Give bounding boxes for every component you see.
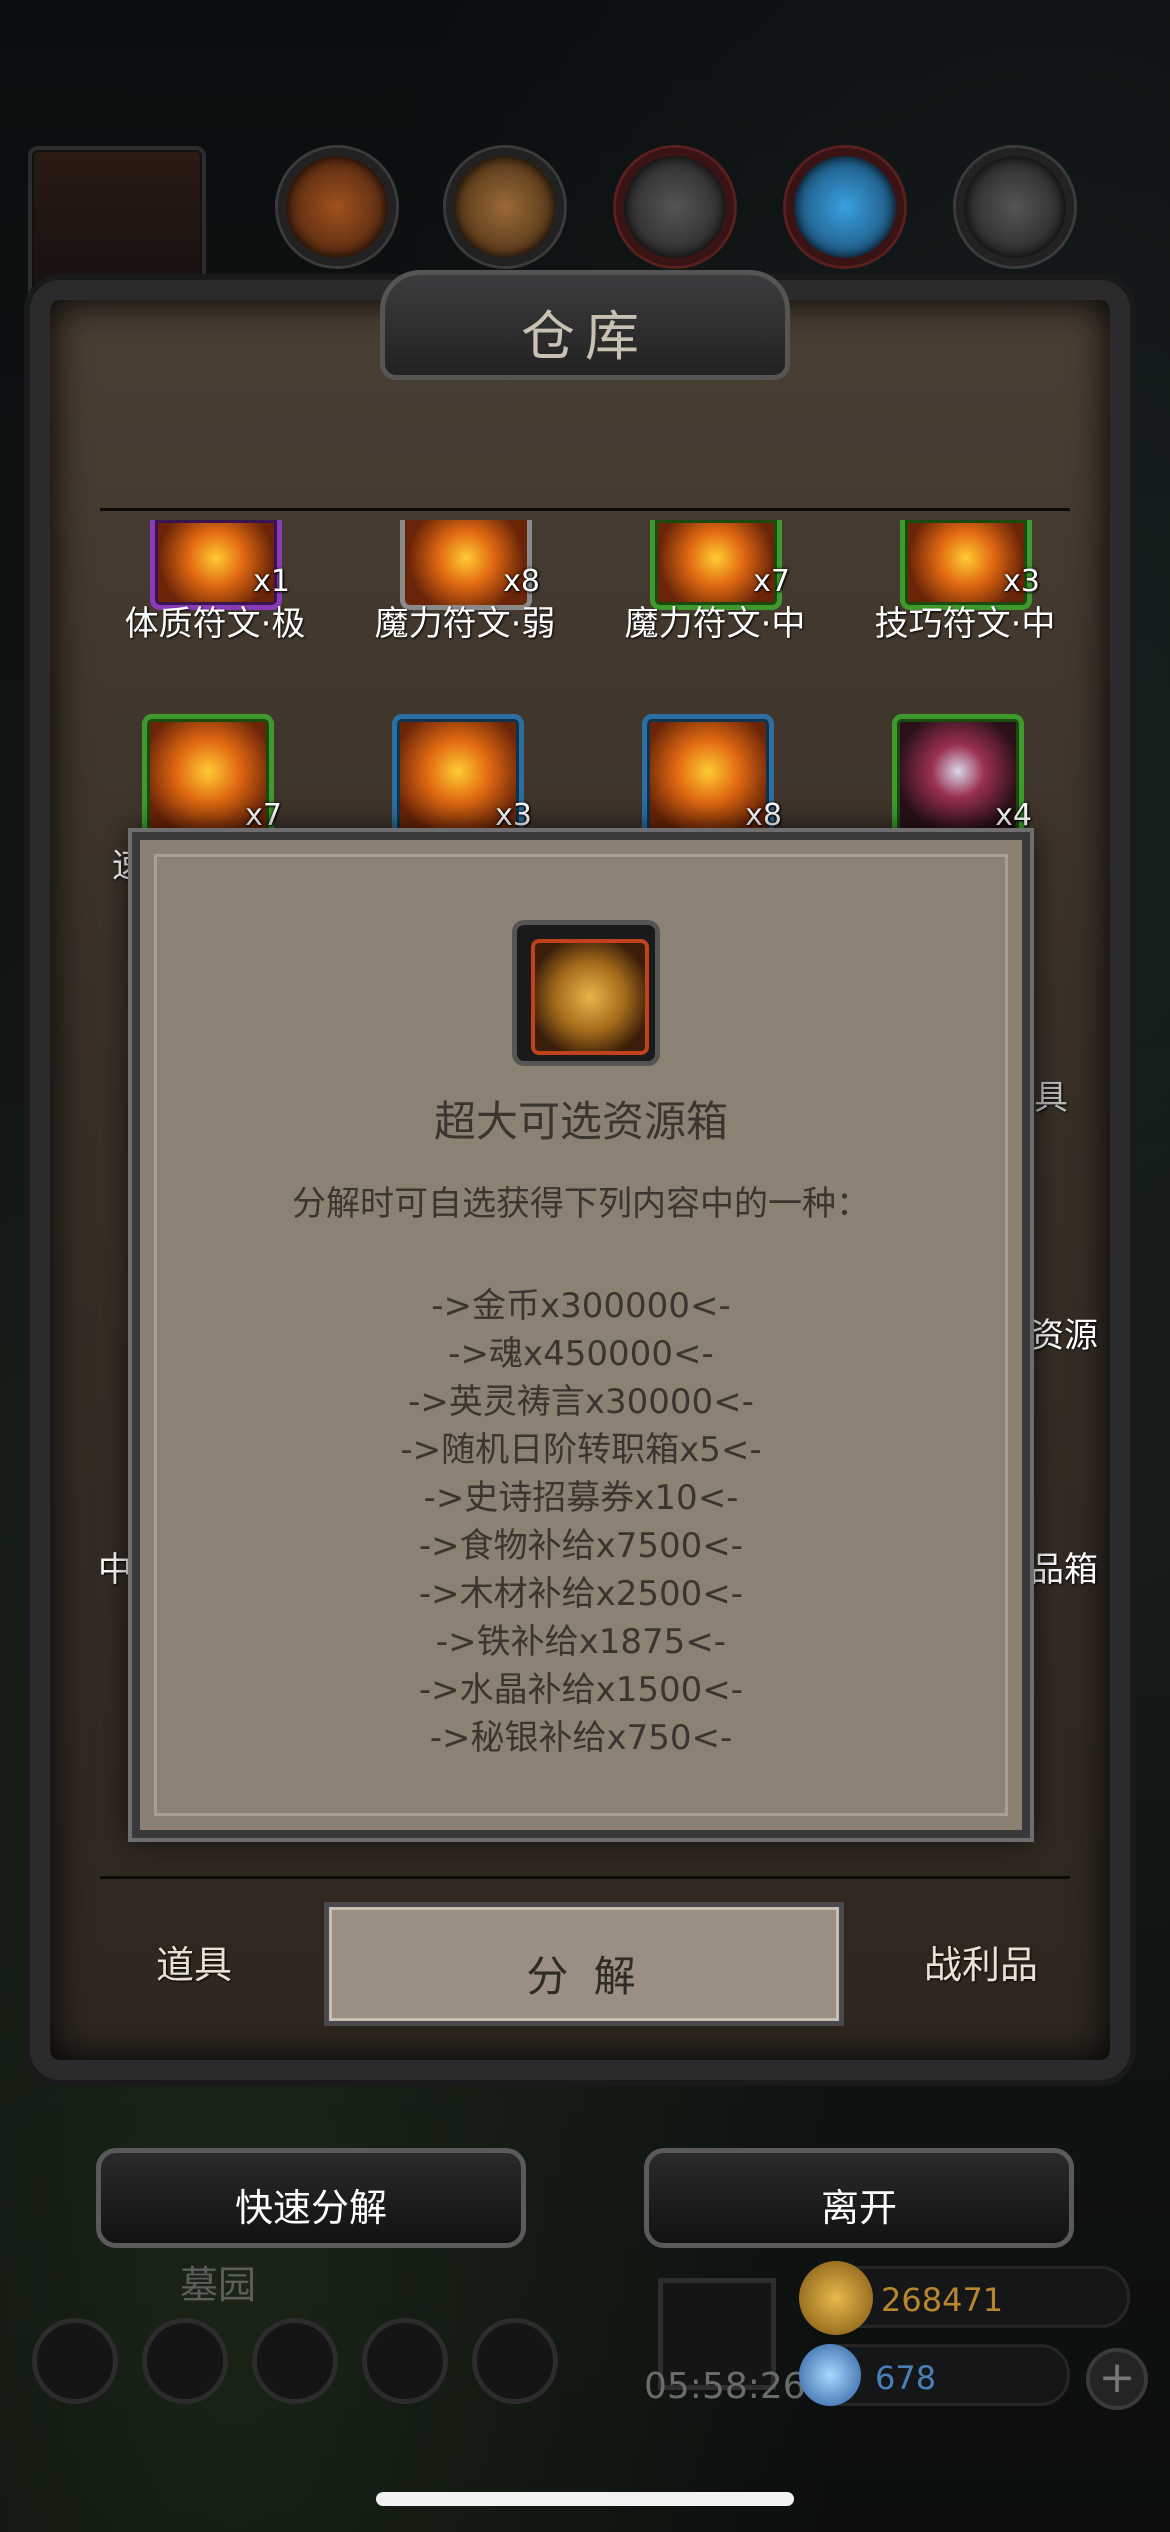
add-gems-button[interactable]: +	[1086, 2348, 1148, 2410]
reward-option: ->水晶补给x1500<-	[418, 1670, 744, 1710]
item-name-partial: 具	[1034, 1078, 1068, 1118]
item-name-partial: 品箱	[1030, 1550, 1098, 1590]
settings-icon[interactable]	[32, 2318, 118, 2404]
popup-description: 分解时可自选获得下列内容中的一种：	[292, 1184, 870, 1224]
gold-amount: 268471	[881, 2281, 1004, 2319]
item-count: x8	[503, 564, 540, 599]
quick-decompose-button[interactable]: 快速分解	[96, 2148, 526, 2248]
food-icon	[278, 148, 396, 266]
reward-option: ->金币x300000<-	[431, 1286, 731, 1326]
item-count: x3	[495, 798, 532, 833]
item-name: 魔力符文·中	[624, 604, 806, 644]
decompose-label: 分 解	[526, 1952, 642, 2001]
gem-icon	[799, 2344, 861, 2406]
iron-icon	[616, 148, 734, 266]
leave-label: 离开	[820, 2186, 897, 2230]
shop-icon[interactable]	[472, 2318, 558, 2404]
item-count: x7	[245, 798, 282, 833]
quick-decompose-label: 快速分解	[234, 2186, 387, 2230]
gold-coin-icon	[799, 2261, 873, 2335]
chest-icon-art	[531, 939, 649, 1055]
grid-top-divider	[100, 508, 1070, 511]
gold-display: 268471	[799, 2261, 1130, 2335]
gift-timer: 05:58:26	[644, 2366, 806, 2407]
location-label: 墓园	[180, 2263, 257, 2307]
popup-item-title: 超大可选资源箱	[433, 1097, 728, 1146]
item-name-partial: 资源	[1030, 1316, 1098, 1356]
mithril-icon	[956, 148, 1074, 266]
reward-option: ->木材补给x2500<-	[418, 1574, 744, 1614]
grid-bottom-divider	[100, 1876, 1070, 1879]
item-name: 体质符文·极	[124, 604, 306, 644]
item-count: x8	[745, 798, 782, 833]
crystal-icon	[786, 148, 904, 266]
item-name: 技巧符文·中	[874, 604, 1056, 644]
home-indicator[interactable]	[376, 2492, 794, 2506]
wood-icon	[446, 148, 564, 266]
reward-option: ->史诗招募券x10<-	[423, 1478, 739, 1518]
warehouse-title: 仓库	[521, 305, 649, 368]
treasure-chest-icon	[512, 920, 660, 1066]
reward-option: ->秘银补给x750<-	[429, 1718, 733, 1758]
tab-decompose[interactable]: 分 解	[324, 1902, 844, 2026]
item-count: x3	[1003, 564, 1040, 599]
tab-loot[interactable]: 战利品	[924, 1934, 1038, 1989]
achievement-icon[interactable]	[142, 2318, 228, 2404]
reward-option: ->随机日阶转职箱x5<-	[400, 1430, 762, 1470]
tab-items[interactable]: 道具	[156, 1934, 232, 1989]
leave-button[interactable]: 离开	[644, 2148, 1074, 2248]
item-count: x7	[753, 564, 790, 599]
reward-option: ->魂x450000<-	[448, 1334, 714, 1374]
gem-display: 678	[799, 2344, 1070, 2406]
mail-icon[interactable]	[362, 2318, 448, 2404]
item-count: x4	[995, 798, 1032, 833]
item-count: x1	[253, 564, 290, 599]
item-detail-popup[interactable]: 超大可选资源箱 分解时可自选获得下列内容中的一种： ->金币x300000<- …	[132, 832, 1030, 1838]
item-name: 魔力符文·弱	[374, 604, 556, 644]
hero-icon[interactable]	[252, 2318, 338, 2404]
reward-option: ->英灵祷言x30000<-	[408, 1382, 754, 1422]
reward-option: ->食物补给x7500<-	[418, 1526, 744, 1566]
gem-amount: 678	[875, 2359, 937, 2397]
reward-option: ->铁补给x1875<-	[435, 1622, 727, 1662]
